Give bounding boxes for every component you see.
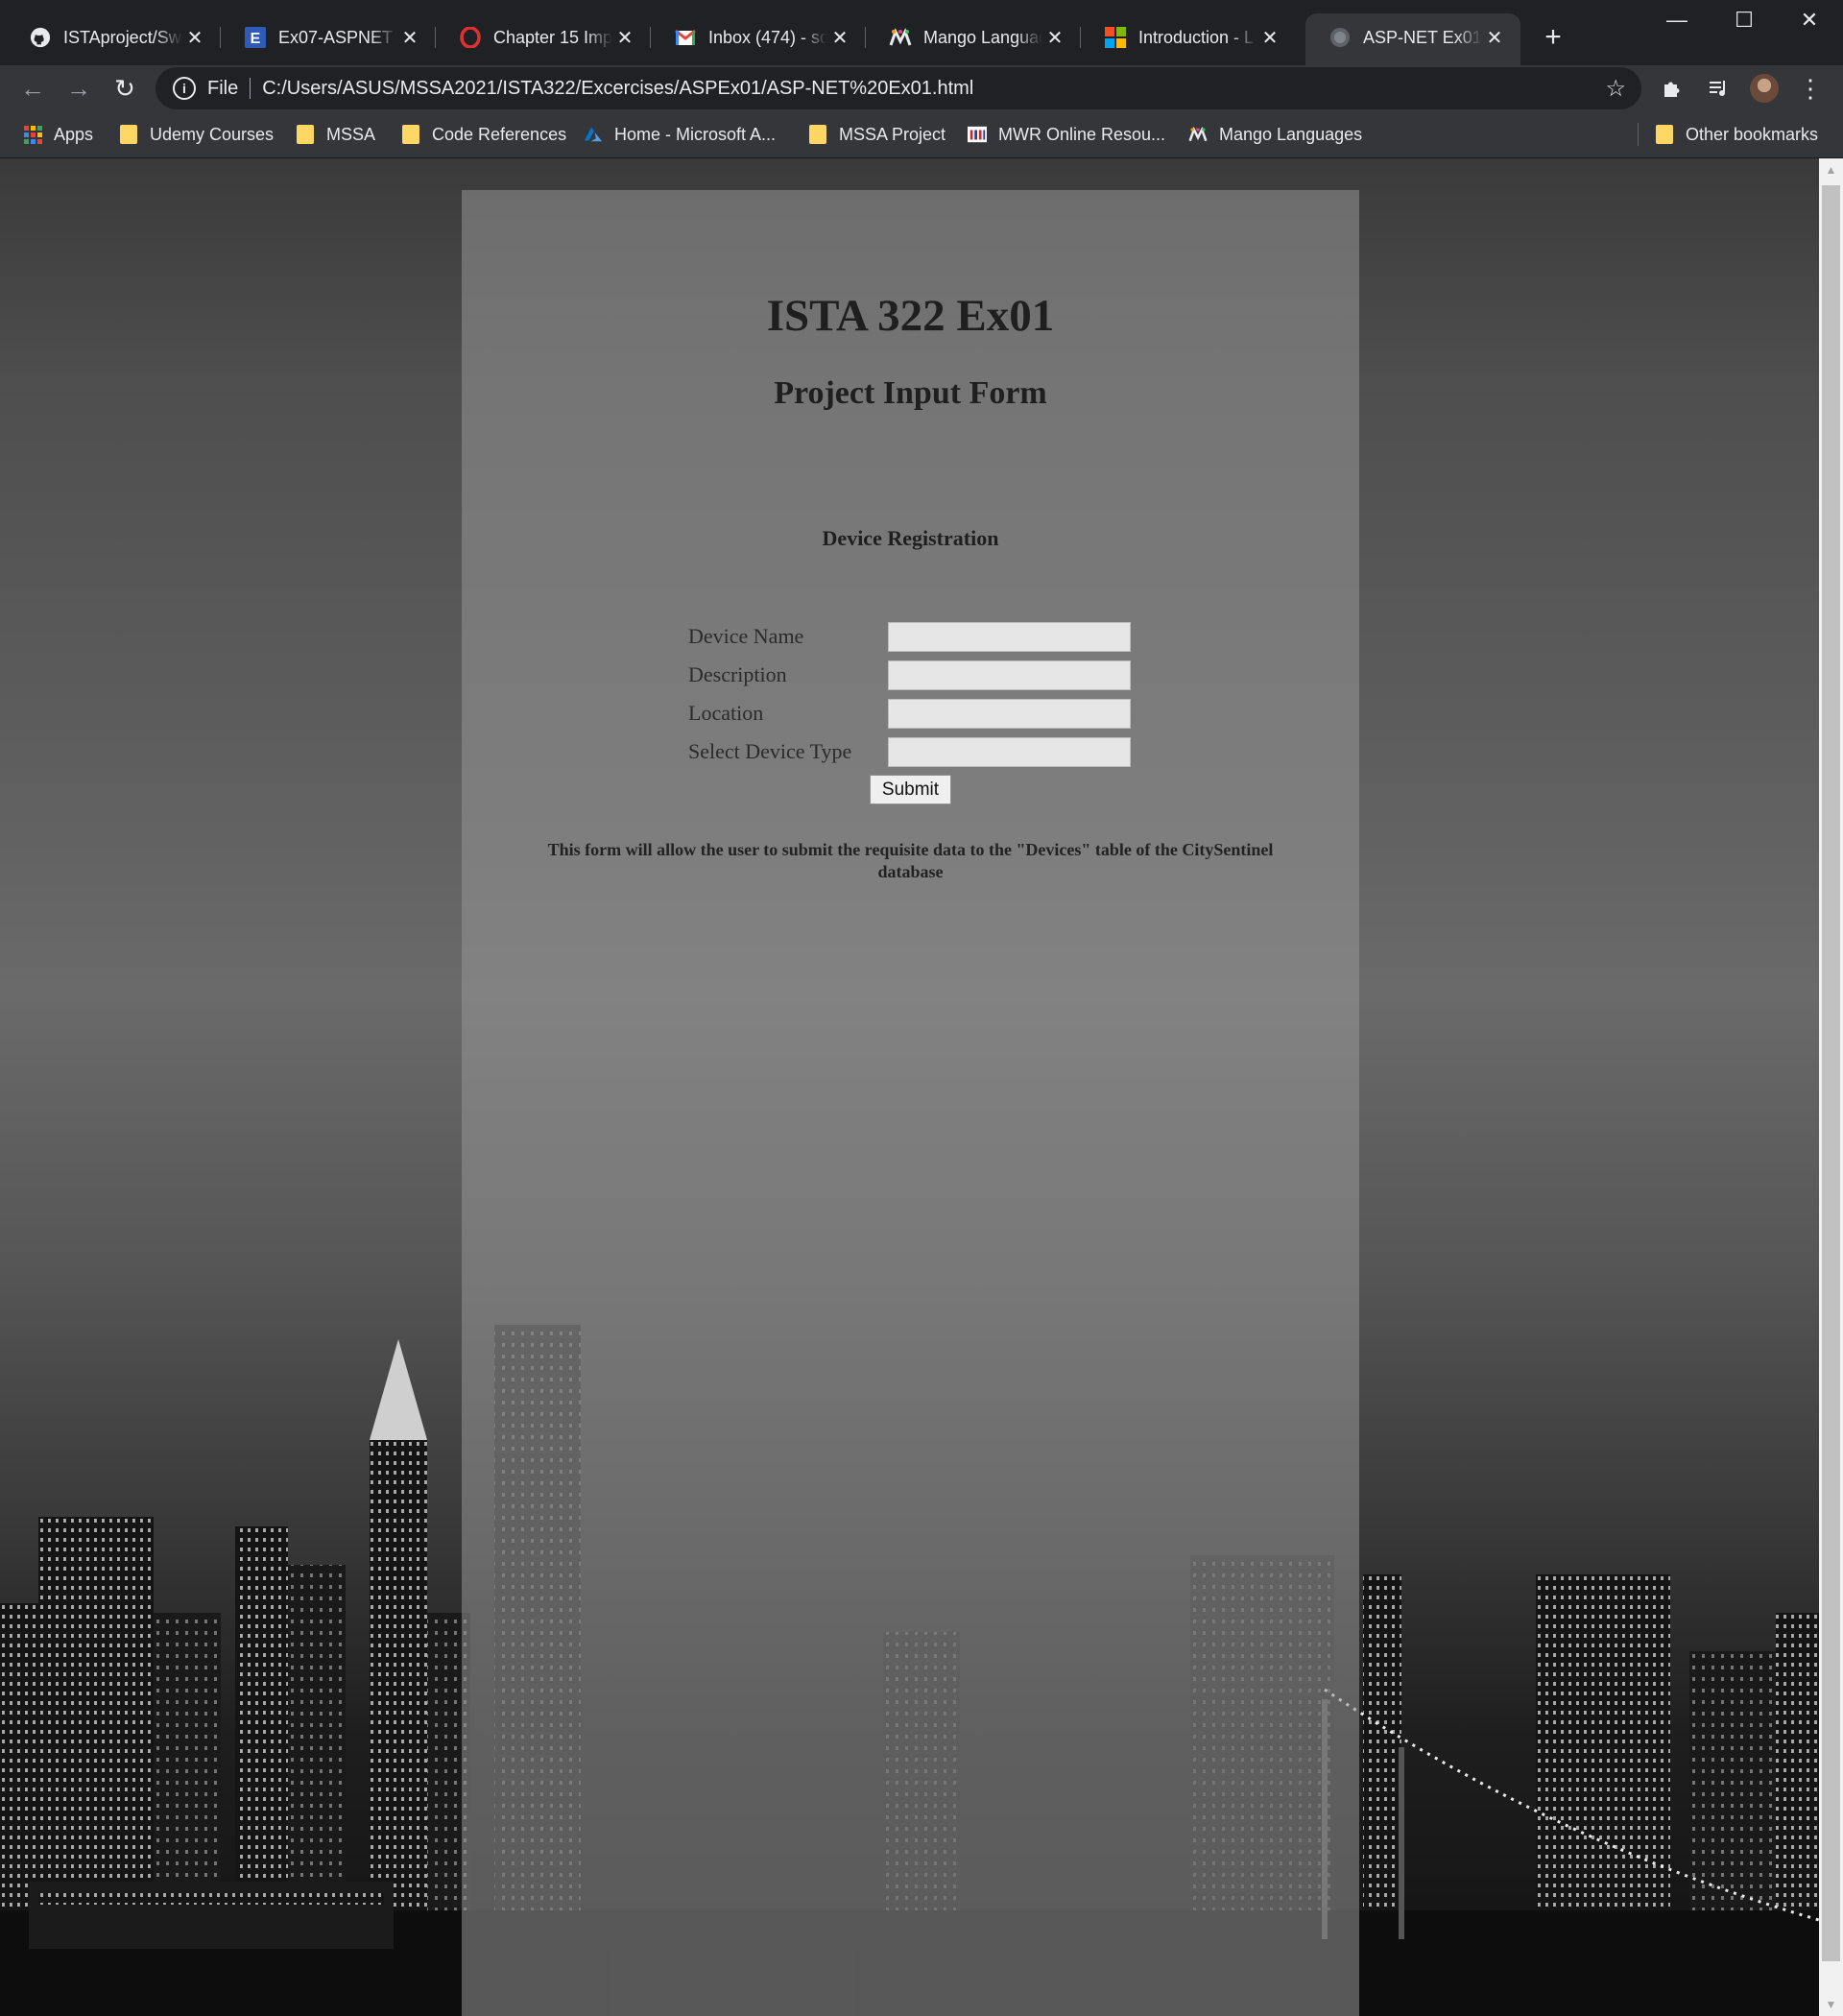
device-name-label: Device Name (688, 624, 804, 648)
mango-icon (1188, 125, 1208, 144)
bookmark-label: Apps (54, 124, 94, 144)
profile-avatar[interactable] (1749, 73, 1780, 104)
bookmark-mssa[interactable]: MSSA (296, 111, 375, 157)
folder-icon (808, 125, 827, 144)
bookmark-other-bookmarks[interactable]: Other bookmarks (1655, 111, 1818, 157)
menu-kebab-icon[interactable]: ⋮ (1795, 73, 1826, 104)
tab-title: Chapter 15 Impl (493, 27, 612, 47)
device-name-row: Device Name (688, 621, 1131, 652)
device-name-input[interactable] (888, 621, 1131, 652)
close-tab-icon[interactable]: ✕ (1257, 26, 1282, 50)
scroll-down-arrow-icon[interactable]: ▼ (1819, 1995, 1843, 2014)
form-panel: ISTA 322 Ex01 Project Input Form Device … (462, 190, 1359, 2016)
opera-icon (459, 26, 482, 49)
device-type-row: Select Device Type (688, 736, 1131, 767)
e-app-icon: E (244, 26, 267, 49)
folder-icon (1655, 125, 1674, 144)
gmail-icon (674, 26, 697, 49)
form-description-note: This form will allow the user to submit … (547, 840, 1274, 881)
folder-icon (296, 125, 315, 144)
tab-title: ASP-NET Ex01.h (1363, 27, 1482, 47)
close-tab-icon[interactable]: ✕ (397, 26, 422, 50)
description-row: Description (688, 660, 1131, 690)
tab-title: ISTAproject/SwE (63, 27, 182, 47)
back-arrow-icon[interactable]: ← (15, 71, 50, 106)
tab-introduction[interactable]: Introduction - L ✕ (1081, 13, 1296, 61)
folder-icon (401, 125, 420, 144)
tab-istaproject[interactable]: ISTAproject/SwE ✕ (6, 13, 221, 61)
tab-strip: ISTAproject/SwE ✕ E Ex07-ASPNET ✕ Chapte… (0, 0, 1843, 75)
tab-inbox[interactable]: Inbox (474) - sd ✕ (651, 13, 866, 61)
location-input[interactable] (888, 698, 1131, 729)
tab-ex07[interactable]: E Ex07-ASPNET ✕ (221, 13, 436, 61)
device-type-label: Select Device Type (688, 739, 852, 763)
bookmark-mango-languages[interactable]: Mango Languages (1188, 111, 1362, 157)
media-queue-icon[interactable] (1703, 73, 1734, 104)
reload-icon[interactable]: ↻ (108, 71, 142, 106)
bookmark-label: Home - Microsoft A... (614, 124, 777, 144)
mwr-icon (968, 125, 987, 144)
maximize-button[interactable]: ☐ (1720, 8, 1768, 33)
forward-arrow-icon[interactable]: → (61, 71, 96, 106)
description-input[interactable] (888, 660, 1131, 690)
browser-toolbar: ← → ↻ i File C:/Users/ASUS/MSSA2021/ISTA… (0, 65, 1843, 111)
url-text[interactable]: C:/Users/ASUS/MSSA2021/ISTA322/Excercise… (262, 78, 973, 100)
scrollbar-thumb[interactable] (1822, 185, 1840, 1961)
location-label: Location (688, 701, 764, 725)
page-subtitle: Project Input Form (774, 375, 1047, 411)
location-row: Location (688, 698, 1131, 729)
close-tab-icon[interactable]: ✕ (1042, 26, 1067, 50)
page-scrollbar[interactable]: ▲ ▼ (1819, 158, 1843, 2016)
tab-chapter15[interactable]: Chapter 15 Impl ✕ (436, 13, 651, 61)
tab-title: Mango Languag (923, 27, 1042, 47)
bookmark-code-references[interactable]: Code References (401, 111, 566, 157)
info-icon[interactable]: i (173, 77, 196, 100)
device-type-input[interactable] (888, 736, 1131, 767)
extensions-puzzle-icon[interactable] (1657, 73, 1687, 104)
bookmark-label: Udemy Courses (150, 124, 275, 144)
tab-title: Ex07-ASPNET (278, 27, 394, 47)
section-heading: Device Registration (822, 526, 999, 550)
close-tab-icon[interactable]: ✕ (827, 26, 852, 50)
close-tab-icon[interactable]: ✕ (182, 26, 207, 50)
svg-text:E: E (251, 31, 261, 47)
bookmark-mssa-project[interactable]: MSSA Project (808, 111, 945, 157)
page-title: ISTA 322 Ex01 (766, 291, 1055, 341)
submit-button[interactable]: Submit (870, 775, 951, 804)
new-tab-button[interactable]: + (1536, 21, 1570, 54)
bookmark-label: MSSA Project (839, 124, 946, 144)
bookmarks-divider (1638, 123, 1639, 146)
bookmark-home-microsoft-azure[interactable]: Home - Microsoft A... (584, 111, 776, 157)
bookmark-label: MSSA (326, 124, 376, 144)
bookmark-star-icon[interactable]: ☆ (1605, 75, 1626, 103)
bookmark-mwr-online[interactable]: MWR Online Resou... (968, 111, 1165, 157)
minimize-button[interactable]: — (1653, 8, 1701, 33)
bookmarks-bar: Apps Udemy Courses MSSA Code References … (0, 111, 1843, 158)
globe-icon (1328, 26, 1352, 49)
description-label: Description (688, 662, 787, 686)
bookmark-apps[interactable]: Apps (23, 111, 93, 157)
close-tab-icon[interactable]: ✕ (1482, 26, 1507, 50)
folder-icon (119, 125, 138, 144)
microsoft-icon (1104, 26, 1127, 49)
address-bar[interactable]: i File C:/Users/ASUS/MSSA2021/ISTA322/Ex… (156, 67, 1641, 109)
bookmark-label: Other bookmarks (1686, 124, 1819, 144)
page-viewport: ISTA 322 Ex01 Project Input Form Device … (0, 158, 1819, 2016)
url-scheme: File (207, 78, 251, 99)
bookmark-udemy-courses[interactable]: Udemy Courses (119, 111, 274, 157)
close-window-button[interactable]: ✕ (1785, 8, 1833, 33)
apps-grid-icon (23, 125, 42, 144)
bookmark-label: Code References (432, 124, 567, 144)
mango-icon (889, 26, 912, 49)
tab-title: Inbox (474) - sd (708, 27, 827, 47)
close-tab-icon[interactable]: ✕ (612, 26, 637, 50)
scroll-up-arrow-icon[interactable]: ▲ (1819, 160, 1843, 180)
bookmark-label: MWR Online Resou... (998, 124, 1166, 144)
tab-title: Introduction - L (1138, 27, 1255, 47)
tab-mango[interactable]: Mango Languag ✕ (866, 13, 1081, 61)
github-icon (29, 26, 52, 49)
azure-icon (584, 125, 603, 144)
bookmark-label: Mango Languages (1219, 124, 1363, 144)
